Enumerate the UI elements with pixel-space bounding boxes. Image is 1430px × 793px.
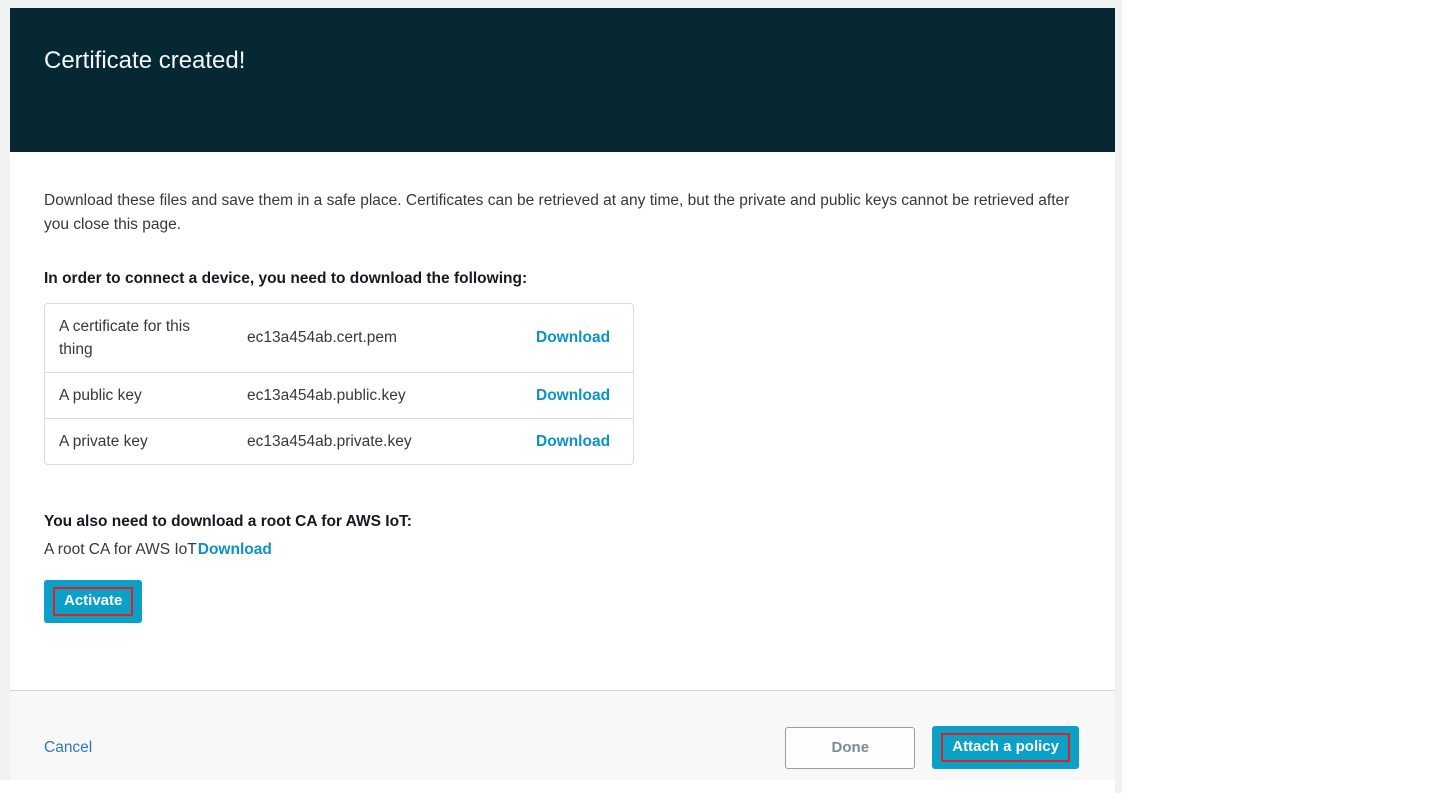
file-label: A public key: [45, 373, 235, 418]
modal-header: Certificate created!: [10, 8, 1115, 152]
file-name: ec13a454ab.private.key: [235, 422, 536, 462]
connect-device-heading: In order to connect a device, you need t…: [44, 268, 1079, 290]
modal-footer: Cancel Done Attach a policy: [10, 690, 1115, 780]
certificate-created-modal: Certificate created! Download these file…: [10, 8, 1115, 780]
activate-button[interactable]: Activate: [44, 580, 142, 623]
root-ca-heading: You also need to download a root CA for …: [44, 511, 1079, 533]
click-annotation: Activate: [53, 587, 133, 616]
download-link-public-key[interactable]: Download: [536, 387, 610, 404]
cancel-link[interactable]: Cancel: [44, 739, 92, 757]
download-link-private-key[interactable]: Download: [536, 433, 610, 450]
file-download-cell: Download: [536, 376, 610, 416]
table-row: A public key ec13a454ab.public.key Downl…: [45, 372, 633, 418]
table-row: A certificate for this thing ec13a454ab.…: [45, 304, 633, 372]
description-text: Download these files and save them in a …: [44, 189, 1079, 237]
done-button[interactable]: Done: [785, 727, 915, 769]
table-row: A private key ec13a454ab.private.key Dow…: [45, 418, 633, 464]
file-download-cell: Download: [536, 318, 610, 358]
download-files-table: A certificate for this thing ec13a454ab.…: [44, 303, 634, 465]
modal-body: Download these files and save them in a …: [10, 189, 1115, 623]
file-name: ec13a454ab.cert.pem: [235, 318, 536, 358]
root-ca-line: A root CA for AWS IoTDownload: [44, 538, 1079, 561]
file-name: ec13a454ab.public.key: [235, 376, 536, 416]
page-backdrop-strip: [1115, 0, 1122, 793]
file-label: A private key: [45, 419, 235, 464]
root-ca-label: A root CA for AWS IoT: [44, 541, 197, 558]
footer-buttons: Done Attach a policy: [785, 726, 1079, 769]
click-annotation: Attach a policy: [941, 733, 1070, 762]
modal-title: Certificate created!: [10, 8, 1115, 74]
file-label: A certificate for this thing: [45, 304, 235, 372]
download-link-root-ca[interactable]: Download: [198, 541, 272, 558]
attach-policy-button[interactable]: Attach a policy: [932, 726, 1079, 769]
download-link-cert[interactable]: Download: [536, 329, 610, 346]
file-download-cell: Download: [536, 422, 610, 462]
